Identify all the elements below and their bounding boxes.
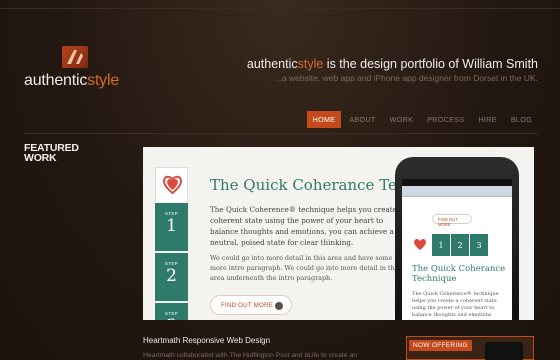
nav-home[interactable]: HOME — [306, 111, 342, 128]
iphone-status-bar — [402, 179, 512, 186]
find-out-more-button[interactable]: FIND OUT MORE — [210, 295, 292, 315]
project-title[interactable]: Heartmath Responsive Web Design — [143, 336, 270, 345]
nav-about[interactable]: ABOUT — [343, 111, 381, 128]
iphone-screen: FIND OUT MORE 1 2 3 The Quick Coherance … — [402, 179, 512, 320]
logo-mark-icon — [62, 46, 88, 68]
main-nav: HOME ABOUT WORK PROCESS HIRE BLOG — [306, 111, 538, 128]
tagline-main: authenticstyle is the design portfolio o… — [247, 57, 538, 71]
showcase-title: The Quick Coherance Tec — [210, 176, 406, 194]
step-number: 1 — [166, 216, 177, 236]
device-thumbnail — [485, 342, 523, 360]
now-offering-panel[interactable]: NOW OFFERING — [406, 336, 534, 360]
step-number: 2 — [166, 266, 177, 286]
step-3: STEP 3 — [155, 303, 188, 320]
steps-list: STEP 1 STEP 2 STEP 3 — [155, 203, 188, 320]
heart-icon — [162, 175, 183, 195]
showcase-intro: The Quick Coherence® technique helps you… — [210, 205, 404, 247]
nav-hire[interactable]: HIRE — [472, 111, 502, 128]
find-out-more-label: FIND OUT MORE — [221, 302, 273, 309]
tagline-rest: is the design portfolio of William Smith — [323, 57, 538, 71]
tagline-brand-authentic: authentic — [246, 57, 298, 71]
nav-blog[interactable]: BLOG — [505, 111, 538, 128]
iphone-step-2: 2 — [451, 234, 469, 256]
steps-sidebar: STEP 1 STEP 2 STEP 3 — [155, 167, 188, 320]
iphone-step-3: 3 — [470, 234, 488, 256]
featured-project-image[interactable]: STEP 1 STEP 2 STEP 3 The Quick Coherance… — [143, 147, 534, 320]
header-rule — [24, 133, 538, 134]
now-offering-label: NOW OFFERING — [409, 340, 472, 351]
iphone-steps: 1 2 3 — [432, 234, 488, 256]
showcase-body: We could go into more detail in this are… — [210, 254, 400, 282]
iphone-step-1: 1 — [432, 234, 450, 256]
arrow-circle-icon — [275, 302, 283, 310]
logo-text-style: style — [87, 72, 120, 89]
project-description: Heartmath collaborated with The Huffingt… — [143, 352, 357, 359]
nav-work[interactable]: WORK — [384, 111, 420, 128]
tagline-brand-style: style — [297, 57, 324, 71]
nav-process[interactable]: PROCESS — [421, 111, 470, 128]
iphone-mockup: FIND OUT MORE 1 2 3 The Quick Coherance … — [395, 157, 519, 320]
top-divider — [0, 8, 560, 9]
featured-line-2: WORK — [24, 152, 57, 164]
tagline-sub: ...a website, web app and iPhone app des… — [274, 73, 538, 83]
logo-text-authentic: authentic — [24, 72, 88, 89]
heart-box — [155, 167, 188, 202]
step-2: STEP 2 — [155, 253, 188, 303]
iphone-title: The Quick Coherance Technique — [412, 264, 506, 284]
iphone-url-bar — [402, 186, 512, 197]
step-number: 3 — [155, 316, 188, 320]
step-1: STEP 1 — [155, 203, 188, 253]
site-tagline: authenticstyle is the design portfolio o… — [247, 57, 538, 83]
iphone-heart-icon — [414, 239, 426, 250]
iphone-text: The Quick Coherence® technique helps you… — [412, 291, 499, 318]
logo-wordmark: authenticstyle — [24, 72, 119, 90]
iphone-find-out-more-button: FIND OUT MORE — [432, 214, 472, 227]
featured-work-heading: FEATURED WORK — [24, 143, 79, 164]
